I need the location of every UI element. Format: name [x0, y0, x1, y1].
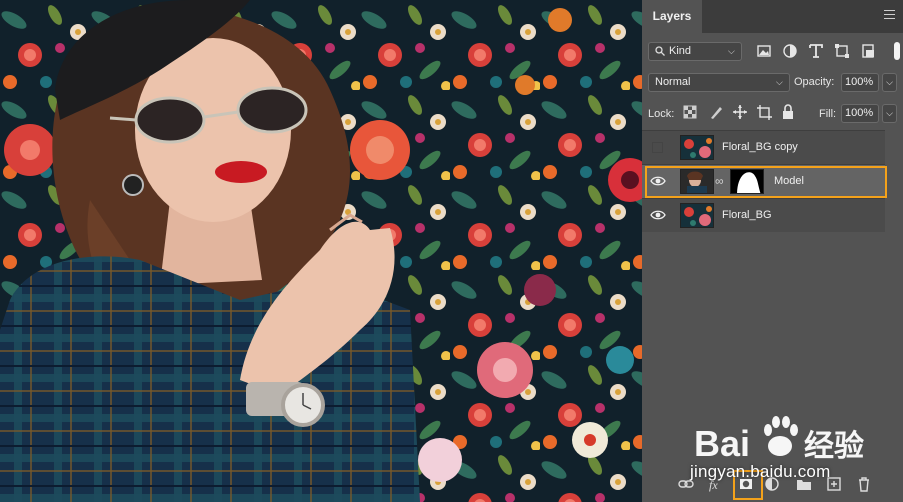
lock-position-icon[interactable]	[732, 104, 748, 120]
layer-name: Model	[774, 175, 804, 187]
layer-name: Floral_BG	[722, 209, 772, 221]
filter-kind-select[interactable]: Kind ⌵	[648, 42, 742, 61]
search-icon	[655, 46, 665, 56]
tab-layers[interactable]: Layers	[642, 0, 702, 33]
shape-filter-icon[interactable]	[834, 43, 850, 59]
smart-object-filter-icon[interactable]	[860, 43, 876, 59]
filter-toggle[interactable]	[894, 42, 900, 60]
eye-icon[interactable]	[650, 175, 666, 187]
chain-link-icon[interactable]: ∞	[715, 174, 725, 190]
lock-artboard-icon[interactable]	[756, 104, 772, 120]
fill-dropdown-chevron-icon[interactable]: ⌵	[882, 104, 897, 123]
layer-name: Floral_BG copy	[722, 141, 798, 153]
opacity-dropdown-chevron-icon[interactable]: ⌵	[882, 73, 897, 92]
lock-all-icon[interactable]	[780, 104, 796, 120]
opacity-label: Opacity:	[794, 76, 835, 88]
composite-image	[0, 0, 642, 502]
panel-menu-icon[interactable]	[884, 10, 895, 19]
layer-row-floral-bg[interactable]: Floral_BG	[642, 198, 885, 232]
opacity-input[interactable]: 100%	[841, 73, 879, 92]
layer-thumbnail	[680, 135, 714, 160]
layer-row-model[interactable]: ∞ Model	[642, 164, 885, 198]
chevron-down-icon: ⌵	[728, 46, 735, 56]
adjustment-filter-icon[interactable]	[782, 43, 798, 59]
filter-kind-label: Kind	[669, 45, 692, 57]
blend-mode-select[interactable]: Normal ⌵	[648, 73, 790, 92]
fill-label: Fill:	[819, 108, 837, 120]
lock-label: Lock:	[648, 108, 675, 120]
layers-panel: Layers Kind ⌵ Normal ⌵ Opacity: 100% ⌵ L…	[642, 0, 903, 502]
type-filter-icon[interactable]	[808, 43, 824, 59]
layer-thumbnail	[680, 169, 714, 194]
watermark-url: jingyan.baidu.com	[690, 462, 831, 481]
layer-mask-thumbnail[interactable]	[730, 169, 764, 194]
fill-input[interactable]: 100%	[841, 104, 879, 123]
panel-tab-bar: Layers	[642, 0, 903, 33]
trash-icon[interactable]	[856, 476, 872, 492]
layer-thumbnail	[680, 203, 714, 228]
document-canvas[interactable]	[0, 0, 642, 502]
layer-list: Floral_BG copy ∞ Model Floral_BG	[642, 130, 903, 234]
lock-image-icon[interactable]	[708, 104, 724, 120]
image-filter-icon[interactable]	[756, 43, 772, 59]
blend-mode-value: Normal	[655, 76, 691, 88]
lock-transparent-icon[interactable]	[682, 104, 698, 120]
visibility-toggle-off[interactable]	[652, 142, 663, 153]
eye-icon[interactable]	[650, 209, 666, 221]
layer-row-floral-bg-copy[interactable]: Floral_BG copy	[642, 130, 885, 164]
chevron-down-icon: ⌵	[776, 77, 783, 87]
